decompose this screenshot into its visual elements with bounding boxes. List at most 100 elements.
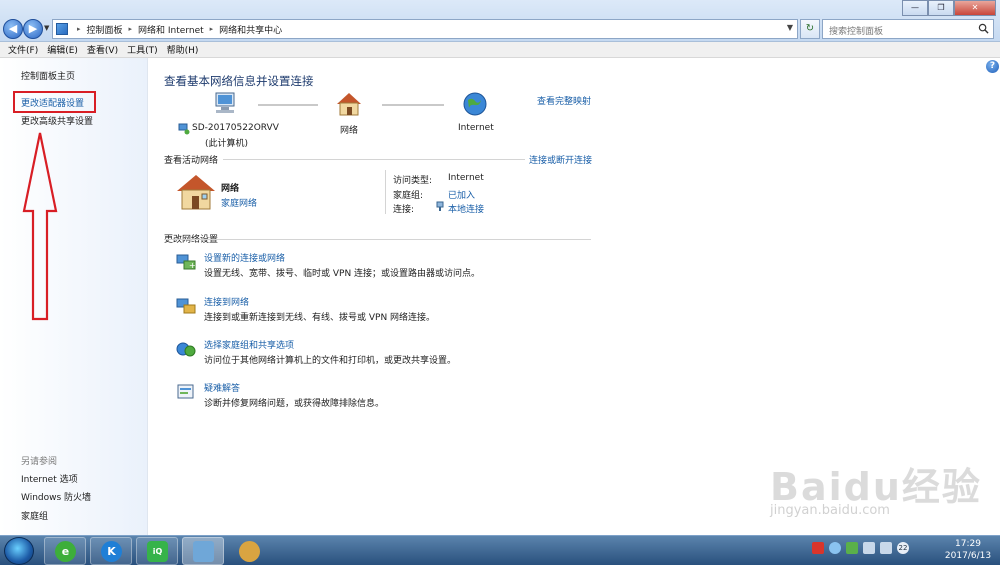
task-desc: 访问位于其他网络计算机上的文件和打印机，或更改共享设置。 (204, 356, 457, 366)
see-also-windows-firewall[interactable]: Windows 防火墙 (21, 490, 91, 503)
active-network-name: 网络 (221, 184, 240, 194)
system-tray: 22 (812, 542, 909, 554)
taskbar-app-browser[interactable]: e (44, 537, 86, 565)
divider (385, 170, 386, 214)
task-desc: 连接到或重新连接到无线、有线、拨号或 VPN 网络连接。 (204, 313, 436, 323)
see-also-title: 另请参阅 (21, 457, 58, 467)
task-desc: 诊断并修复网络问题，或获得故障排除信息。 (204, 399, 385, 409)
menu-file[interactable]: 文件(F) (6, 43, 45, 56)
breadcrumb: ▸ 控制面板 ▸ 网络和 Internet ▸ 网络和共享中心 (75, 20, 286, 38)
divider (164, 239, 591, 240)
taskbar-app-paint[interactable] (228, 537, 270, 565)
sidebar-item-home[interactable]: 控制面板主页 (21, 69, 75, 82)
baidu-watermark-url: jingyan.baidu.com (770, 503, 890, 518)
task-link[interactable]: 疑难解答 (204, 381, 240, 394)
local-connection-link[interactable]: 本地连接 (448, 202, 484, 215)
chevron-down-icon[interactable]: ▼ (787, 23, 793, 32)
back-button[interactable]: ◀ (3, 19, 23, 39)
homegroup-link[interactable]: 已加入 (448, 188, 475, 201)
shield-icon[interactable] (829, 542, 841, 554)
page-title: 查看基本网络信息并设置连接 (164, 74, 314, 88)
taskbar-app-k[interactable]: K (90, 537, 132, 565)
refresh-button[interactable]: ↻ (800, 19, 820, 39)
connection-line (258, 104, 318, 106)
globe-icon (463, 92, 487, 116)
troubleshoot-icon (177, 384, 194, 399)
task-link[interactable]: 选择家庭组和共享选项 (204, 338, 294, 351)
tray-badge[interactable]: 22 (897, 542, 909, 554)
computer-sub: (此计算机) (205, 139, 249, 149)
access-type-value: Internet (448, 173, 484, 183)
active-networks-title: 查看活动网络 (164, 156, 219, 166)
volume-icon[interactable] (880, 542, 892, 554)
sidebar: 控制面板主页 更改适配器设置 更改高级共享设置 另请参阅 Internet 选项… (0, 58, 148, 535)
access-type-label: 访问类型: (393, 176, 433, 186)
forward-button[interactable]: ▶ (23, 19, 43, 39)
network-tray-icon[interactable] (863, 542, 875, 554)
menu-help[interactable]: 帮助(H) (165, 43, 206, 56)
control-panel-icon (193, 541, 214, 562)
ethernet-icon (436, 201, 444, 211)
clock[interactable]: 17:29 2017/6/13 (940, 538, 996, 562)
chevron-right-icon[interactable]: ▸ (208, 25, 216, 33)
chevron-right-icon[interactable]: ▸ (75, 25, 83, 33)
taskbar: e K iQ 22 17:29 2017/6/13 (0, 535, 1000, 565)
k-app-icon: K (101, 541, 122, 562)
see-also-homegroup[interactable]: 家庭组 (21, 509, 48, 522)
connect-disconnect-link[interactable]: 连接或断开连接 (529, 153, 592, 166)
task-link[interactable]: 连接到网络 (204, 295, 249, 308)
home-network-large-icon (177, 175, 215, 210)
connection-label: 连接: (393, 205, 415, 215)
homegroup-label: 家庭组: (393, 191, 424, 201)
task-desc: 设置无线、宽带、拨号、临时或 VPN 连接；或设置路由器或访问点。 (204, 269, 481, 279)
active-network-type-link[interactable]: 家庭网络 (221, 196, 257, 209)
taskbar-app-control-panel[interactable] (182, 537, 224, 565)
input-method-icon[interactable] (812, 542, 824, 554)
home-network-icon (337, 93, 361, 116)
minimize-button[interactable]: — (902, 0, 928, 16)
chevron-right-icon[interactable]: ▸ (127, 25, 135, 33)
control-panel-icon (56, 23, 68, 35)
connect-network-icon (176, 298, 196, 314)
search-icon[interactable] (978, 23, 989, 34)
computer-name: SD-20170522ORVV (192, 123, 279, 133)
connection-line (382, 104, 444, 106)
sidebar-item-advanced-sharing[interactable]: 更改高级共享设置 (21, 114, 93, 127)
taskbar-app-iqiyi[interactable]: iQ (136, 537, 178, 565)
title-bar: — ❐ ✕ ◀ ▶ ▼ ▸ 控制面板 ▸ 网络和 Internet ▸ 网络和共… (0, 0, 1000, 42)
start-button[interactable] (4, 537, 34, 565)
red-arrow-annotation (22, 132, 58, 321)
paint-icon (239, 541, 260, 562)
iqiyi-icon: iQ (147, 541, 168, 562)
security-icon[interactable] (846, 542, 858, 554)
menu-edit[interactable]: 编辑(E) (45, 43, 85, 56)
divider (223, 159, 525, 160)
breadcrumb-item[interactable]: 网络和共享中心 (215, 23, 286, 36)
address-bar[interactable]: ▸ 控制面板 ▸ 网络和 Internet ▸ 网络和共享中心 ▼ (52, 19, 798, 39)
browser-icon: e (55, 541, 76, 562)
restore-button[interactable]: ❐ (928, 0, 954, 16)
clock-date: 2017/6/13 (944, 551, 992, 561)
homegroup-sharing-icon (176, 342, 196, 357)
menu-bar: 文件(F) 编辑(E) 查看(V) 工具(T) 帮助(H) (0, 42, 1000, 58)
window-controls: — ❐ ✕ (902, 0, 996, 16)
computer-small-icon (178, 123, 190, 135)
highlight-box (13, 91, 96, 113)
task-link[interactable]: 设置新的连接或网络 (204, 251, 285, 264)
close-button[interactable]: ✕ (954, 0, 996, 16)
menu-tools[interactable]: 工具(T) (125, 43, 165, 56)
clock-time: 17:29 (955, 539, 981, 549)
svg-text:+: + (189, 261, 196, 270)
search-input[interactable]: 搜索控制面板 (822, 19, 994, 39)
breadcrumb-item[interactable]: 控制面板 (83, 23, 127, 36)
help-icon[interactable]: ? (986, 60, 999, 73)
map-network-label: 网络 (340, 126, 359, 136)
new-connection-icon: + (176, 254, 196, 270)
computer-icon (215, 92, 235, 113)
menu-view[interactable]: 查看(V) (85, 43, 125, 56)
full-map-link[interactable]: 查看完整映射 (537, 94, 591, 107)
map-internet-label: Internet (458, 123, 494, 133)
see-also-internet-options[interactable]: Internet 选项 (21, 472, 78, 485)
breadcrumb-item[interactable]: 网络和 Internet (134, 23, 208, 36)
history-dropdown-icon[interactable]: ▼ (44, 24, 49, 32)
